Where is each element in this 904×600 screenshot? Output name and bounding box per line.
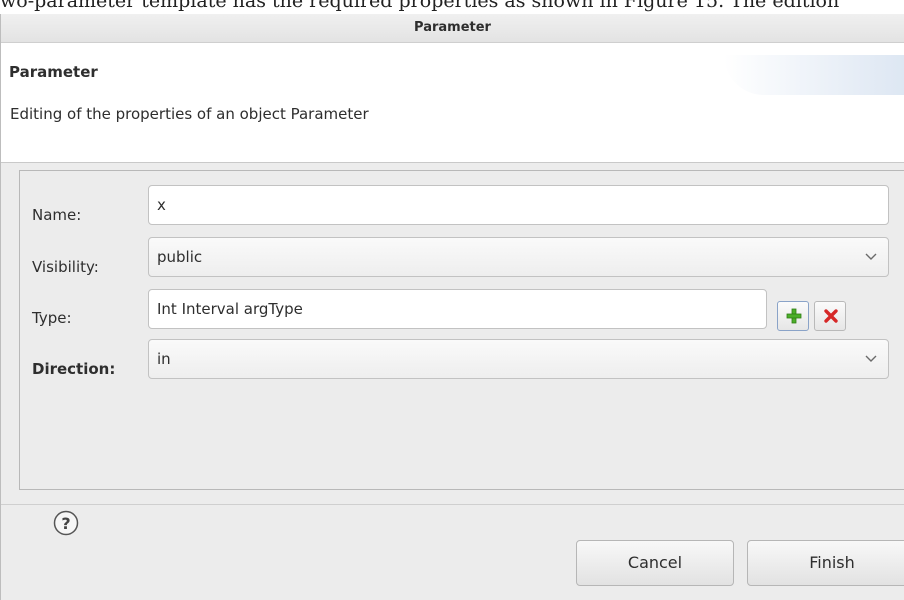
- direction-select[interactable]: in: [148, 339, 889, 379]
- help-icon[interactable]: ?: [53, 510, 79, 536]
- add-type-button[interactable]: [777, 301, 809, 331]
- footer-separator: [1, 504, 904, 505]
- direction-value: in: [157, 350, 171, 368]
- visibility-label: Visibility:: [32, 258, 99, 276]
- chevron-down-icon: [865, 253, 877, 260]
- remove-type-button[interactable]: [814, 301, 846, 331]
- chevron-down-icon: [865, 355, 877, 362]
- name-label: Name:: [32, 206, 82, 224]
- name-field[interactable]: x: [148, 185, 889, 225]
- direction-label: Direction:: [32, 360, 116, 378]
- background-document: wo-parameter template has the required p…: [0, 0, 904, 14]
- dialog-banner: Parameter Editing of the properties of a…: [1, 43, 904, 163]
- type-label: Type:: [32, 309, 72, 327]
- visibility-select[interactable]: public: [148, 237, 889, 277]
- type-value: Int Interval argType: [157, 300, 303, 318]
- name-value: x: [157, 196, 166, 214]
- parameter-dialog: Parameter Parameter Editing of the prope…: [0, 14, 904, 600]
- add-icon: [786, 308, 802, 324]
- banner-title: Parameter: [9, 63, 98, 81]
- cancel-button[interactable]: Cancel: [576, 540, 734, 586]
- background-document-text: wo-parameter template has the required p…: [0, 0, 840, 12]
- type-field[interactable]: Int Interval argType: [148, 289, 767, 329]
- remove-icon: [824, 309, 838, 323]
- svg-text:?: ?: [61, 514, 70, 533]
- finish-button[interactable]: Finish: [747, 540, 904, 586]
- banner-description: Editing of the properties of an object P…: [10, 105, 369, 123]
- properties-form: Name: x Visibility: public Type: Int Int…: [19, 170, 904, 490]
- visibility-value: public: [157, 248, 203, 266]
- banner-decoration: [724, 55, 904, 95]
- window-title: Parameter: [414, 20, 491, 35]
- window-titlebar[interactable]: Parameter: [1, 14, 904, 43]
